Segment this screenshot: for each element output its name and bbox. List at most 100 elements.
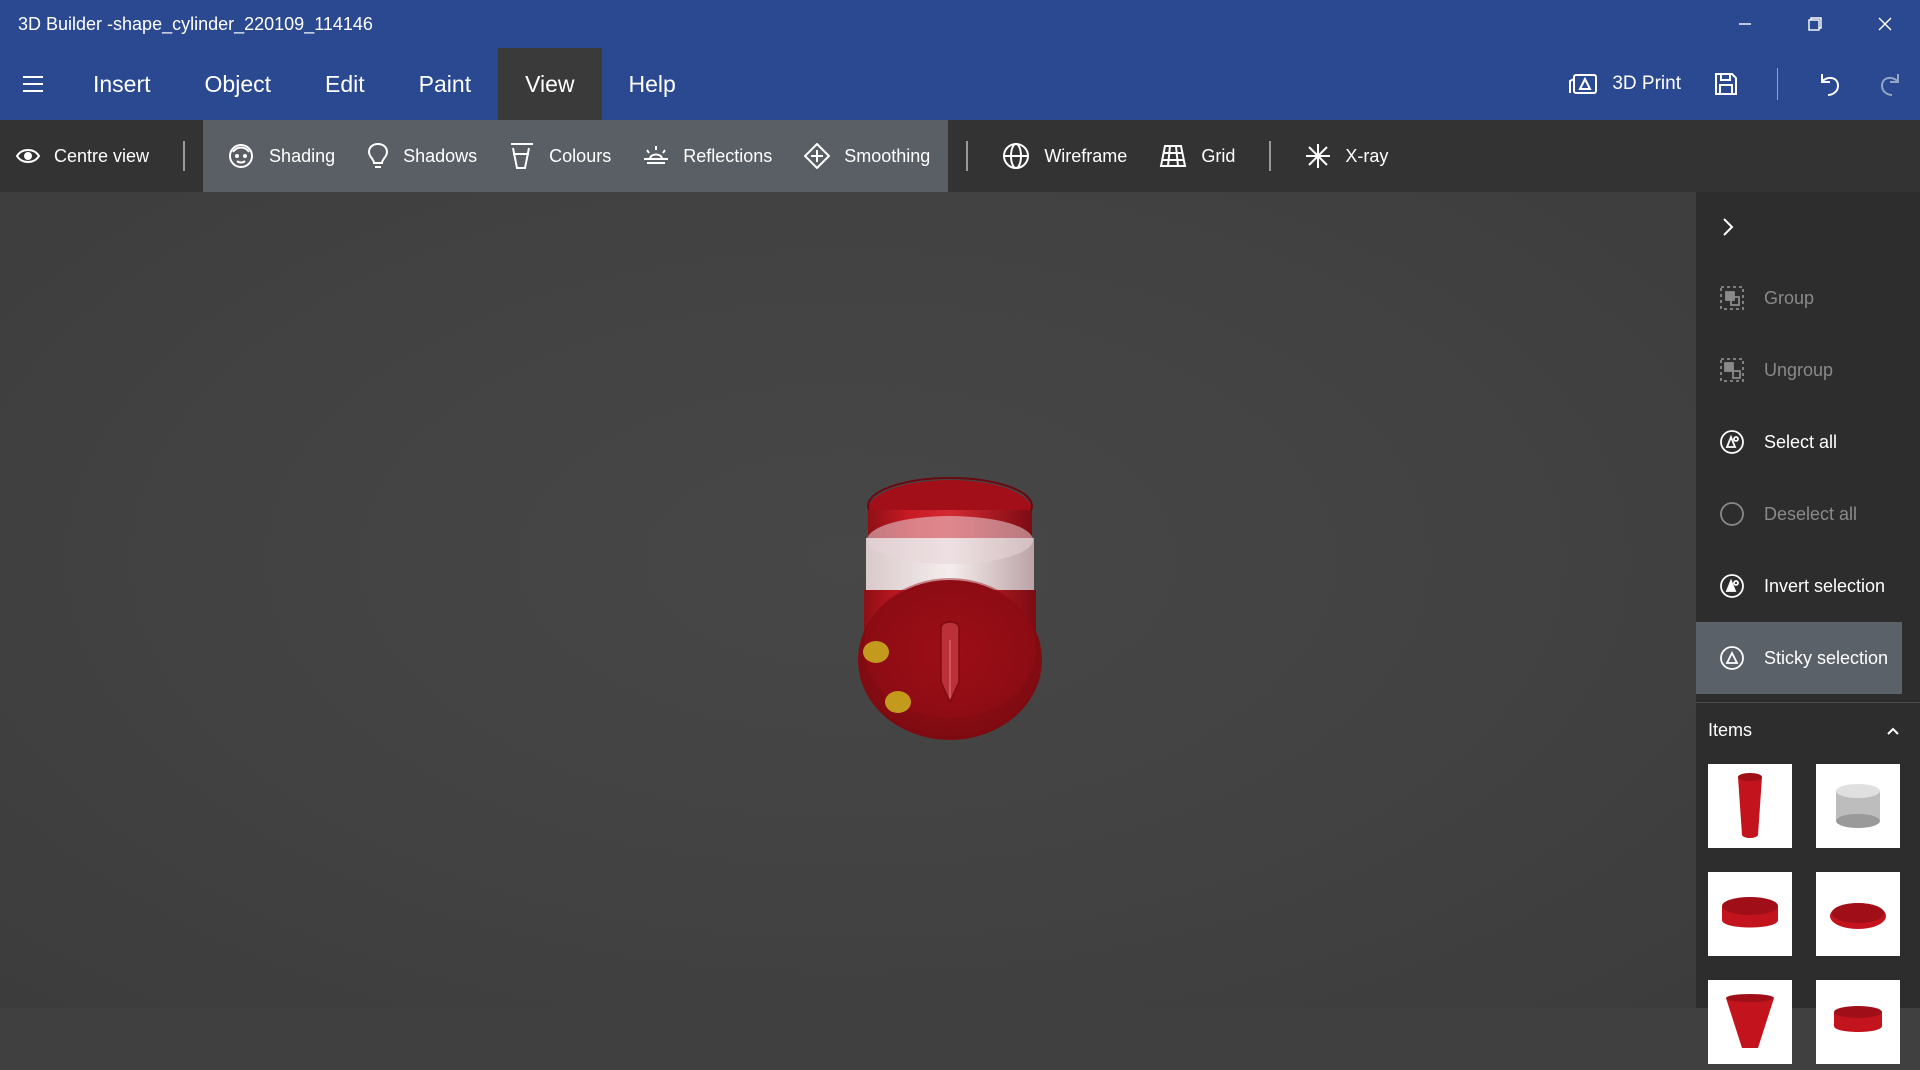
restore-button[interactable] <box>1780 0 1850 48</box>
sticky-selection-button[interactable]: Sticky selection <box>1696 622 1902 694</box>
select-all-label: Select all <box>1764 431 1838 452</box>
item-thumbnail[interactable] <box>1708 980 1792 1064</box>
selection-panel: Group Ungroup Select all Deselect all In… <box>1696 192 1920 1064</box>
tab-paint[interactable]: Paint <box>392 48 498 120</box>
redo-icon <box>1880 74 1899 96</box>
save-icon <box>1715 73 1737 95</box>
tab-insert[interactable]: Insert <box>66 48 178 120</box>
sunrise-icon <box>644 146 669 164</box>
tab-help[interactable]: Help <box>602 48 703 120</box>
toolbar-separator <box>1269 141 1272 171</box>
3d-print-label: 3D Print <box>1612 73 1681 94</box>
sticky-selection-label: Sticky selection <box>1764 647 1889 668</box>
eye-icon <box>16 149 40 163</box>
panel-expand-button[interactable] <box>1696 192 1920 262</box>
tab-object[interactable]: Object <box>178 48 298 120</box>
colours-label: Colours <box>549 145 612 166</box>
cylinder-model[interactable] <box>850 470 1050 770</box>
lightbulb-icon <box>368 142 389 168</box>
select-all-button[interactable]: Select all <box>1696 406 1902 478</box>
grid-label: Grid <box>1201 145 1236 166</box>
reflections-toggle[interactable]: Reflections <box>627 120 788 192</box>
shadows-label: Shadows <box>403 145 478 166</box>
hamburger-icon <box>23 76 43 92</box>
undo-button[interactable] <box>1800 48 1860 120</box>
window-title: 3D Builder -shape_cylinder_220109_114146 <box>18 13 373 34</box>
shading-toggle[interactable]: Shading <box>211 120 351 192</box>
ungroup-button[interactable]: Ungroup <box>1696 334 1902 406</box>
item-thumbnail[interactable] <box>1708 872 1792 956</box>
invert-selection-label: Invert selection <box>1764 575 1886 596</box>
items-section-header[interactable]: Items <box>1696 702 1920 758</box>
xray-label: X-ray <box>1345 145 1389 166</box>
window-controls <box>1710 0 1920 48</box>
deselect-all-button[interactable]: Deselect all <box>1696 478 1902 550</box>
flat-disc-thumbnail <box>1830 903 1886 929</box>
chevron-up-icon <box>1886 720 1900 741</box>
3d-viewport[interactable] <box>0 192 1696 1008</box>
3d-print-button[interactable]: 3D Print <box>1552 48 1697 120</box>
menu-bar: Insert Object Edit Paint View Help 3D Pr… <box>0 48 1920 120</box>
xray-toggle[interactable]: X-ray <box>1289 120 1404 192</box>
centre-view-label: Centre view <box>54 145 150 166</box>
invert-selection-icon <box>1718 572 1746 600</box>
hamburger-menu-button[interactable] <box>0 48 66 120</box>
tab-edit[interactable]: Edit <box>298 48 392 120</box>
glass-cylinder-thumbnail <box>1836 784 1880 828</box>
3d-print-icon <box>1569 74 1598 94</box>
menubar-separator <box>1777 68 1778 100</box>
red-disc-thumbnail <box>1722 897 1778 928</box>
gold-marker <box>863 641 889 663</box>
cylinder-glass-top <box>867 516 1033 564</box>
items-grid <box>1696 758 1920 1070</box>
wireframe-label: Wireframe <box>1044 145 1128 166</box>
colours-toggle[interactable]: Colours <box>493 120 627 192</box>
chevron-right-icon <box>1723 218 1734 236</box>
group-button[interactable]: Group <box>1696 262 1902 334</box>
globe-icon <box>1003 143 1030 169</box>
shading-label: Shading <box>269 145 336 166</box>
deselect-all-icon <box>1718 500 1746 528</box>
paint-bucket-icon <box>511 143 534 169</box>
deselect-all-label: Deselect all <box>1764 503 1858 524</box>
shadows-toggle[interactable]: Shadows <box>351 120 493 192</box>
ungroup-label: Ungroup <box>1764 359 1834 380</box>
invert-selection-button[interactable]: Invert selection <box>1696 550 1902 622</box>
smoothing-toggle[interactable]: Smoothing <box>788 120 946 192</box>
minimize-icon <box>1739 23 1751 25</box>
smoothing-label: Smoothing <box>844 145 931 166</box>
save-button[interactable] <box>1697 48 1755 120</box>
shading-icon <box>229 144 254 168</box>
item-thumbnail[interactable] <box>1816 980 1900 1064</box>
wireframe-toggle[interactable]: Wireframe <box>986 120 1143 192</box>
gold-marker <box>885 691 911 713</box>
group-label: Group <box>1764 287 1815 308</box>
close-button[interactable] <box>1850 0 1920 48</box>
toolbar-separator <box>966 141 969 171</box>
redo-button[interactable] <box>1860 48 1920 120</box>
ungroup-icon <box>1718 356 1746 384</box>
item-thumbnail[interactable] <box>1816 764 1900 848</box>
tall-cylinder-thumbnail <box>1738 773 1762 838</box>
grid-toggle[interactable]: Grid <box>1143 120 1251 192</box>
minimize-button[interactable] <box>1710 0 1780 48</box>
restore-icon <box>1808 17 1822 31</box>
title-bar: 3D Builder -shape_cylinder_220109_114146 <box>0 0 1920 48</box>
diamond-icon <box>804 143 831 169</box>
view-toolbar: Centre view Shading Shadows Colours Refl… <box>0 120 1920 192</box>
item-thumbnail[interactable] <box>1816 872 1900 956</box>
items-header-label: Items <box>1708 720 1753 740</box>
group-icon <box>1718 284 1746 312</box>
cap-thumbnail <box>1834 1006 1882 1032</box>
rendering-options-group: Shading Shadows Colours Reflections Smoo… <box>203 120 949 192</box>
item-thumbnail[interactable] <box>1708 764 1792 848</box>
grid-icon <box>1160 145 1187 167</box>
reflections-label: Reflections <box>683 145 773 166</box>
centre-view-button[interactable]: Centre view <box>0 120 165 192</box>
xray-icon <box>1306 144 1331 168</box>
menubar-actions: 3D Print <box>1552 48 1920 120</box>
close-icon <box>1878 17 1892 31</box>
cone-thumbnail <box>1726 994 1774 1048</box>
toolbar-separator <box>183 141 186 171</box>
tab-view[interactable]: View <box>498 48 602 120</box>
